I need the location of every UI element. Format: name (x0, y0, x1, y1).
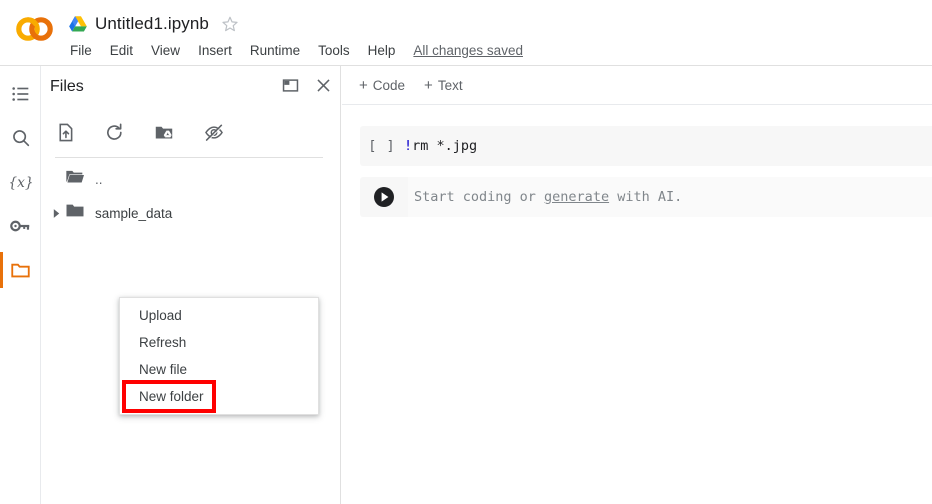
notebook-area: + Code + Text [ ] !rm *.jpg Start coding… (342, 66, 932, 504)
key-icon (9, 220, 29, 232)
add-text-cell-button[interactable]: + Text (424, 78, 463, 93)
chevron-right-icon[interactable] (47, 208, 65, 219)
google-drive-icon (69, 16, 87, 32)
sidebar-item-files[interactable] (0, 248, 41, 292)
cell-execution-prompt: [ ] (368, 138, 396, 154)
plus-icon: + (424, 76, 433, 94)
left-icon-rail: {x} (0, 66, 41, 504)
tree-item-label: sample_data (95, 205, 173, 221)
close-icon[interactable] (314, 76, 333, 95)
files-panel: Files .. sample_data Upload Refresh New … (41, 66, 341, 504)
menu-insert[interactable]: Insert (198, 43, 232, 58)
add-text-cell-label: Text (437, 77, 463, 93)
list-item[interactable]: sample_data (41, 196, 341, 230)
eye-off-icon[interactable] (203, 122, 225, 143)
files-panel-toolbar (41, 114, 341, 150)
ai-text-after: with AI. (609, 189, 683, 205)
colab-window: Untitled1.ipynb File Edit View Insert Ru… (0, 0, 932, 504)
shell-command-text: rm *.jpg (412, 138, 478, 154)
menu-bar: File Edit View Insert Runtime Tools Help… (70, 40, 523, 60)
context-menu-item-new-file[interactable]: New file (120, 356, 318, 383)
menu-help[interactable]: Help (368, 43, 396, 58)
ai-prompt-cell[interactable]: Start coding or generate with AI. (360, 177, 932, 217)
play-circle-icon[interactable] (360, 185, 408, 209)
files-panel-title: Files (50, 78, 84, 95)
add-code-cell-button[interactable]: + Code (359, 78, 405, 93)
list-item[interactable]: .. (41, 162, 341, 196)
menu-view[interactable]: View (151, 43, 180, 58)
ai-placeholder-text[interactable]: Start coding or generate with AI. (408, 177, 932, 217)
context-menu-item-new-folder[interactable]: New folder (120, 383, 318, 410)
sidebar-item-variables[interactable]: {x} (0, 160, 41, 204)
search-icon (12, 130, 29, 147)
add-code-cell-label: Code (372, 77, 406, 93)
cell-source-code[interactable]: !rm *.jpg (404, 138, 477, 154)
star-outline-icon[interactable] (221, 15, 239, 33)
save-status[interactable]: All changes saved (413, 43, 523, 58)
notebook-title-row: Untitled1.ipynb (68, 11, 239, 37)
refresh-icon[interactable] (104, 122, 125, 143)
menu-file[interactable]: File (70, 43, 92, 58)
sidebar-item-secrets[interactable] (0, 204, 41, 248)
menu-tools[interactable]: Tools (318, 43, 350, 58)
sidebar-item-search[interactable] (0, 116, 41, 160)
code-cell[interactable]: [ ] !rm *.jpg (360, 126, 932, 166)
tree-item-label: .. (95, 171, 103, 187)
files-panel-header-actions (281, 76, 333, 95)
shell-bang-token: ! (404, 138, 413, 154)
panel-expand-icon[interactable] (281, 76, 300, 95)
mount-drive-icon[interactable] (153, 122, 175, 143)
sidebar-item-toc[interactable] (0, 72, 41, 116)
variables-icon: {x} (9, 175, 33, 191)
ai-text-before: Start coding or (414, 189, 545, 205)
table-of-contents-icon (11, 87, 28, 101)
upload-file-icon[interactable] (55, 122, 76, 143)
files-panel-header: Files (41, 66, 341, 108)
menu-edit[interactable]: Edit (110, 43, 133, 58)
svg-text:{x}: {x} (9, 175, 33, 191)
folder-icon (65, 202, 85, 224)
page-title[interactable]: Untitled1.ipynb (95, 14, 209, 34)
files-panel-divider (55, 157, 323, 158)
generate-with-ai-link[interactable]: generate (544, 189, 609, 205)
colab-logo (15, 16, 55, 42)
file-tree: .. sample_data (41, 162, 341, 230)
app-header: Untitled1.ipynb File Edit View Insert Ru… (0, 0, 932, 66)
context-menu-item-upload[interactable]: Upload (120, 302, 318, 329)
files-context-menu: Upload Refresh New file New folder (119, 297, 319, 415)
menu-runtime[interactable]: Runtime (250, 43, 300, 58)
folder-icon (11, 263, 30, 278)
notebook-toolbar: + Code + Text (342, 66, 932, 105)
context-menu-item-refresh[interactable]: Refresh (120, 329, 318, 356)
plus-icon: + (359, 76, 368, 94)
folder-open-icon (65, 168, 85, 190)
